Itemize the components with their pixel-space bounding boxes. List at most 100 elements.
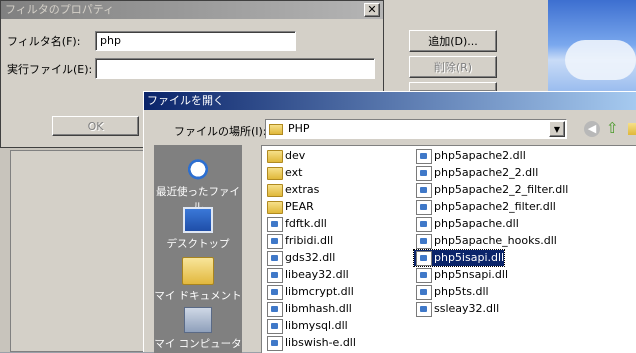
my-documents-icon	[182, 257, 214, 285]
file-name: php5apache2_filter.dll	[434, 200, 556, 213]
folder-icon	[267, 184, 283, 197]
file-name: libmysql.dll	[285, 319, 348, 332]
file-name: gds32.dll	[285, 251, 336, 264]
file-name: php5isapi.dll	[434, 251, 505, 264]
file-item[interactable]: PEAR	[265, 199, 314, 215]
file-name: php5apache2_2_filter.dll	[434, 183, 569, 196]
file-list[interactable]: dev ext extras PEAR fdftk.dll fribidi.dll gds3…	[261, 145, 636, 353]
open-file-dialog: ファイルを開く ファイルの場所(I): PHP ▼ ◀ ⇧ 最近使ったファイル …	[143, 91, 636, 353]
file-name: fdftk.dll	[285, 217, 327, 230]
file-name: php5apache.dll	[434, 217, 519, 230]
add-button[interactable]: 追加(D)...	[409, 30, 497, 52]
dll-file-icon	[267, 319, 283, 334]
file-item[interactable]: libswish-e.dll	[265, 335, 356, 351]
folder-icon	[267, 150, 283, 163]
dll-file-icon	[267, 217, 283, 232]
executable-label: 実行ファイル(E):	[7, 63, 93, 76]
file-item[interactable]: php5apache2.dll	[414, 148, 526, 164]
up-folder-icon[interactable]: ⇧	[606, 120, 624, 138]
file-name: php5apache2.dll	[434, 149, 526, 162]
file-name: libswish-e.dll	[285, 336, 356, 349]
file-item[interactable]: extras	[265, 182, 319, 198]
place-desktop[interactable]: デスクトップ	[154, 207, 242, 251]
ok-button[interactable]: OK	[52, 116, 139, 136]
chevron-down-icon[interactable]: ▼	[549, 121, 565, 137]
dll-file-icon	[267, 336, 283, 351]
places-bar: 最近使ったファイル デスクトップ マイ ドキュメント マイ コンピュータ	[154, 145, 242, 353]
background-list-frame	[10, 150, 145, 352]
file-name: ext	[285, 166, 303, 179]
file-item[interactable]: ext	[265, 165, 302, 181]
file-name: libmcrypt.dll	[285, 285, 354, 298]
location-combo[interactable]: PHP ▼	[265, 119, 567, 139]
file-name: php5apache2_2.dll	[434, 166, 539, 179]
back-icon[interactable]: ◀	[584, 121, 600, 137]
filter-name-label: フィルタ名(F):	[7, 35, 81, 48]
file-item[interactable]: libmhash.dll	[265, 301, 352, 317]
dll-file-icon	[416, 285, 432, 300]
new-folder-icon[interactable]	[628, 123, 636, 135]
open-dialog-title: ファイルを開く	[147, 94, 224, 107]
file-name: PEAR	[285, 200, 314, 213]
file-name: dev	[285, 149, 306, 162]
place-my-documents-label: マイ ドキュメント	[154, 290, 242, 302]
folder-icon	[269, 124, 283, 135]
file-item[interactable]: php5apache2_2_filter.dll	[414, 182, 568, 198]
file-name: libeay32.dll	[285, 268, 349, 281]
dll-file-icon	[416, 149, 432, 164]
folder-icon	[267, 201, 283, 214]
remove-button[interactable]: 削除(R)	[409, 56, 497, 78]
file-item[interactable]: php5apache2_filter.dll	[414, 199, 556, 215]
close-icon[interactable]: ✕	[364, 3, 380, 17]
my-computer-icon	[184, 307, 212, 333]
file-item[interactable]: php5ts.dll	[414, 284, 489, 300]
dll-file-icon	[416, 200, 432, 215]
file-name: php5nsapi.dll	[434, 268, 509, 281]
file-item[interactable]: dev	[265, 148, 305, 164]
file-item[interactable]: php5apache2_2.dll	[414, 165, 538, 181]
file-name: php5ts.dll	[434, 285, 489, 298]
place-my-computer-label: マイ コンピュータ	[154, 338, 242, 350]
file-item[interactable]: php5apache.dll	[414, 216, 519, 232]
file-item[interactable]: gds32.dll	[265, 250, 335, 266]
file-item[interactable]: libmysql.dll	[265, 318, 348, 334]
executable-input[interactable]	[95, 58, 375, 79]
dialog-title: フィルタのプロパティ	[5, 3, 115, 16]
filter-name-input[interactable]: php	[95, 31, 296, 51]
desktop-icon	[183, 207, 213, 233]
dll-file-icon	[416, 234, 432, 249]
place-desktop-label: デスクトップ	[166, 238, 230, 250]
dll-file-icon	[416, 166, 432, 181]
file-name: extras	[285, 183, 320, 196]
dll-file-icon	[416, 217, 432, 232]
dll-file-icon	[416, 268, 432, 283]
dll-file-icon	[267, 302, 283, 317]
file-item[interactable]: ssleay32.dll	[414, 301, 499, 317]
file-item[interactable]: php5nsapi.dll	[414, 267, 508, 283]
file-name: ssleay32.dll	[434, 302, 500, 315]
file-item[interactable]: libmcrypt.dll	[265, 284, 354, 300]
location-value: PHP	[288, 122, 310, 135]
place-my-documents[interactable]: マイ ドキュメント	[154, 257, 242, 303]
dll-file-icon	[267, 234, 283, 249]
file-name: libmhash.dll	[285, 302, 352, 315]
folder-icon	[267, 167, 283, 180]
dll-file-icon	[416, 251, 432, 266]
dll-file-icon	[416, 183, 432, 198]
wallpaper-cloud	[565, 40, 636, 80]
dll-file-icon	[267, 285, 283, 300]
recent-icon	[183, 155, 213, 181]
file-item[interactable]: php5apache_hooks.dll	[414, 233, 557, 249]
file-item[interactable]: fribidi.dll	[265, 233, 333, 249]
open-dialog-titlebar: ファイルを開く	[144, 92, 636, 110]
dll-file-icon	[267, 268, 283, 283]
file-name: fribidi.dll	[285, 234, 334, 247]
place-recent[interactable]: 最近使ったファイル	[154, 155, 242, 214]
file-item[interactable]: libeay32.dll	[265, 267, 349, 283]
dialog-titlebar: フィルタのプロパティ	[1, 1, 383, 19]
dll-file-icon	[267, 251, 283, 266]
file-item[interactable]: fdftk.dll	[265, 216, 327, 232]
place-my-computer[interactable]: マイ コンピュータ	[154, 307, 242, 351]
location-label: ファイルの場所(I):	[174, 125, 267, 138]
file-item[interactable]: php5isapi.dll	[412, 249, 506, 267]
